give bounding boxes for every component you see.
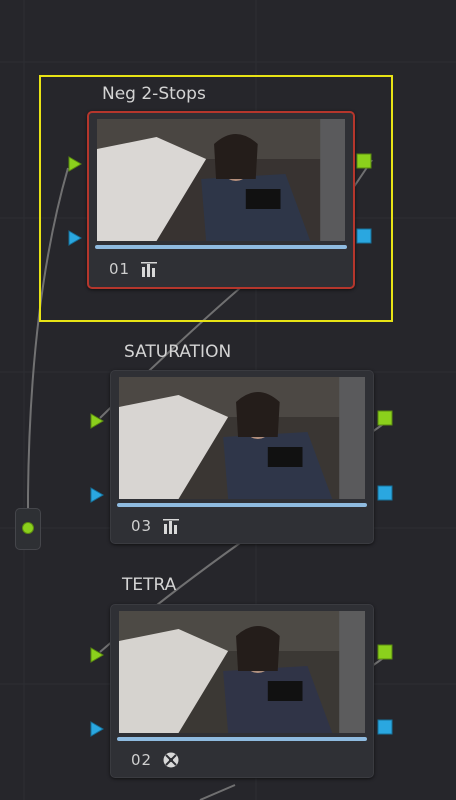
node-02[interactable]: 02 [110,604,374,778]
source-dot-icon[interactable] [22,522,34,534]
node-02-key-output-port[interactable] [377,719,393,735]
color-wheel-icon [163,752,179,768]
source-node[interactable] [15,508,41,550]
node-03-key-input-port[interactable] [90,487,104,503]
node-01[interactable]: 01 [87,111,355,289]
node-03-title: SATURATION [124,342,232,362]
node-01-key-input-port[interactable] [68,230,82,246]
node-01-title: Neg 2-Stops [102,84,206,104]
node-02-key-input-port[interactable] [90,721,104,737]
node-02-rgb-output-port[interactable] [377,644,393,660]
node-02-number: 02 [131,751,153,769]
node-01-progress-bar [95,245,347,249]
curves-bars-icon [141,262,158,277]
node-02-title: TETRA [122,575,177,595]
wire-node-02-to-output [199,784,236,800]
node-01-rgb-output-port[interactable] [356,153,372,169]
node-02-progress-bar [117,737,367,741]
node-03-progress-bar [117,503,367,507]
node-03[interactable]: 03 [110,370,374,544]
node-01-key-output-port[interactable] [356,228,372,244]
wire-source-to-node-01 [27,167,69,510]
node-03-number: 03 [131,517,153,535]
node-03-rgb-output-port[interactable] [377,410,393,426]
node-03-thumbnail [119,377,365,499]
node-02-thumbnail [119,611,365,733]
node-01-rgb-input-port[interactable] [68,156,82,172]
node-03-rgb-input-port[interactable] [90,413,104,429]
node-02-rgb-input-port[interactable] [90,647,104,663]
node-01-number: 01 [109,260,131,278]
node-01-thumbnail [97,119,345,241]
node-03-key-output-port[interactable] [377,485,393,501]
curves-bars-icon [163,519,180,534]
